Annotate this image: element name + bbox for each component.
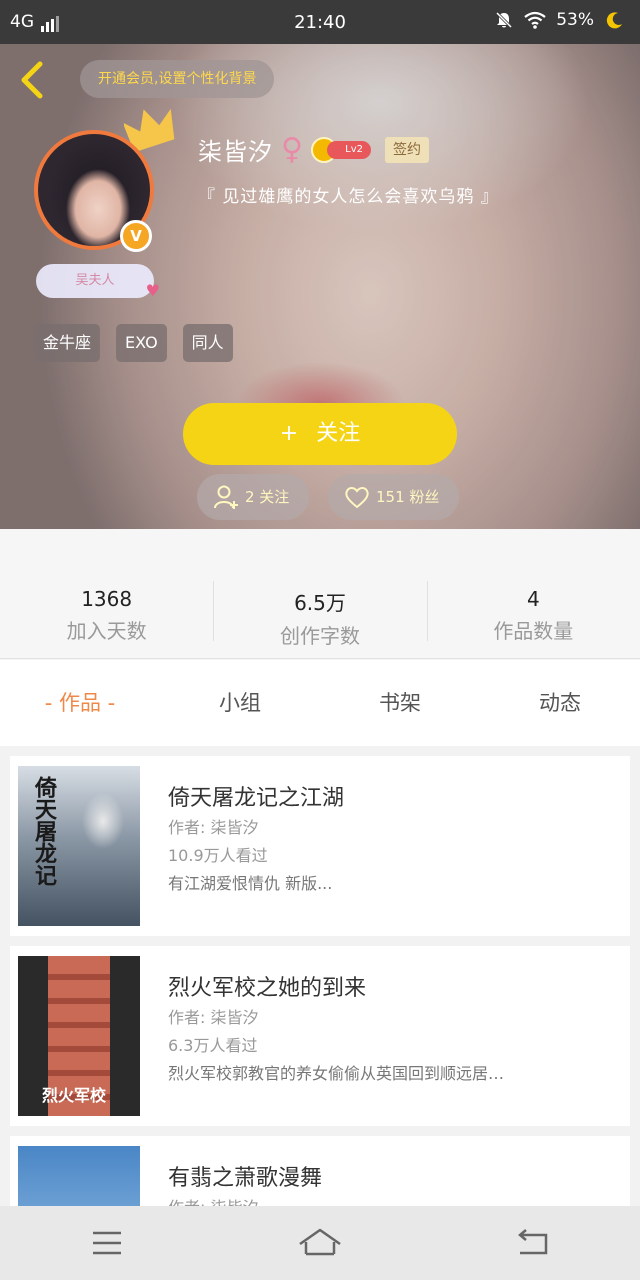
stats-bar: 1368 加入天数 6.5万 创作字数 4 作品数量 xyxy=(0,529,640,659)
system-nav-bar xyxy=(0,1206,640,1280)
stat-label: 创作字数 xyxy=(279,624,360,648)
stat-value: 6.5万 xyxy=(294,591,346,615)
verified-badge: V xyxy=(120,220,152,252)
works-list: 倚天屠龙记 倚天屠龙记之江湖 作者: 柒皆汐 10.9万人看过 有江湖爱恨情仇 … xyxy=(0,746,640,1206)
level-badge: Lv2 xyxy=(310,136,371,163)
stat-value: 1368 xyxy=(81,587,133,611)
menu-icon xyxy=(92,1231,121,1255)
plus-icon: + xyxy=(279,421,299,446)
book-cover: 倚天屠龙记 xyxy=(18,766,140,926)
cover-title: 烈火军校 xyxy=(42,1086,107,1105)
work-desc: 有江湖爱恨情仇 新版... xyxy=(168,874,333,893)
motto: 『 见过雄鹰的女人怎么会喜欢乌鸦 』 xyxy=(198,187,499,207)
user-plus-icon xyxy=(214,485,238,509)
tag-item[interactable]: EXO xyxy=(116,324,167,362)
book-cover: 烈火军校 xyxy=(18,956,140,1116)
stat-label: 加入天数 xyxy=(66,619,147,643)
following-count: 2 关注 xyxy=(245,488,290,506)
tag-list: 金牛座 EXO 同人 xyxy=(34,324,233,362)
mute-bell-icon xyxy=(496,11,513,29)
cover-title: 倚天屠龙记 xyxy=(31,776,57,886)
stat-works-count: 4 作品数量 xyxy=(426,529,640,658)
work-title: 烈火军校之她的到来 xyxy=(168,976,367,1001)
list-item[interactable]: 有翡之萧歌漫舞 作者: 柒皆汐 xyxy=(10,1136,630,1206)
night-mode-icon xyxy=(606,12,622,29)
tab-groups[interactable]: 小组 xyxy=(160,660,320,746)
follow-button[interactable]: + 关注 xyxy=(183,403,457,465)
profile-header: 开通会员,设置个性化背景 V 吴夫人 ♥ 柒皆汐 ♀ Lv2 签约 『 见过雄鹰… xyxy=(0,44,640,529)
fan-title-tag: 吴夫人 ♥ xyxy=(36,264,160,300)
work-author: 作者: 柒皆汐 xyxy=(168,1008,259,1027)
work-title: 倚天屠龙记之江湖 xyxy=(168,786,345,811)
status-right: 53% xyxy=(494,10,624,30)
vip-background-button[interactable]: 开通会员,设置个性化背景 xyxy=(80,60,275,98)
return-icon xyxy=(518,1229,548,1255)
stat-label: 作品数量 xyxy=(493,619,574,643)
following-button[interactable]: 2 关注 xyxy=(197,474,310,520)
nav-home-button[interactable] xyxy=(290,1218,350,1268)
heart-outline-icon xyxy=(345,487,369,509)
work-author: 作者: 柒皆汐 xyxy=(168,818,259,837)
wifi-icon xyxy=(524,11,546,29)
fans-count: 151 粉丝 xyxy=(376,488,440,506)
list-item[interactable]: 烈火军校 烈火军校之她的到来 作者: 柒皆汐 6.3万人看过 烈火军校郭教官的养… xyxy=(10,946,630,1126)
nickname-row: 柒皆汐 ♀ Lv2 签约 xyxy=(198,132,429,167)
tab-works[interactable]: - 作品 - xyxy=(0,660,160,746)
heart-icon: ♥ xyxy=(145,281,160,300)
tag-item[interactable]: 同人 xyxy=(182,324,233,362)
book-cover xyxy=(18,1146,140,1206)
cover-pillar xyxy=(110,956,140,1116)
stat-value: 4 xyxy=(526,587,540,611)
fan-title-label: 吴夫人 xyxy=(75,273,115,288)
level-label: Lv2 xyxy=(326,140,371,159)
nickname: 柒皆汐 xyxy=(198,138,273,166)
stat-join-days: 1368 加入天数 xyxy=(0,529,213,658)
work-desc: 烈火军校郭教官的养女偷偷从英国回到顺远居… xyxy=(168,1064,505,1083)
work-views: 6.3万人看过 xyxy=(168,1036,258,1055)
work-views: 10.9万人看过 xyxy=(168,846,268,865)
female-icon: ♀ xyxy=(281,131,303,167)
nav-menu-button[interactable] xyxy=(77,1218,137,1268)
stat-word-count: 6.5万 创作字数 xyxy=(213,529,426,658)
tag-item[interactable]: 金牛座 xyxy=(34,324,101,362)
tab-bookshelf[interactable]: 书架 xyxy=(320,660,480,746)
tab-activity[interactable]: 动态 xyxy=(480,660,640,746)
list-item[interactable]: 倚天屠龙记 倚天屠龙记之江湖 作者: 柒皆汐 10.9万人看过 有江湖爱恨情仇 … xyxy=(10,756,630,936)
follow-label: 关注 xyxy=(316,421,361,446)
home-icon xyxy=(299,1228,341,1256)
battery-label: 53% xyxy=(556,10,594,30)
status-bar: 4G 21:40 53% xyxy=(0,0,640,44)
back-button[interactable] xyxy=(14,60,52,100)
nav-back-button[interactable] xyxy=(503,1218,563,1268)
sign-badge: 签约 xyxy=(384,136,429,163)
work-author: 作者: 柒皆汐 xyxy=(168,1194,258,1206)
tab-bar: - 作品 - 小组 书架 动态 xyxy=(0,660,640,746)
fans-button[interactable]: 151 粉丝 xyxy=(328,474,460,520)
work-title: 有翡之萧歌漫舞 xyxy=(168,1166,323,1191)
chevron-left-icon xyxy=(21,61,43,99)
